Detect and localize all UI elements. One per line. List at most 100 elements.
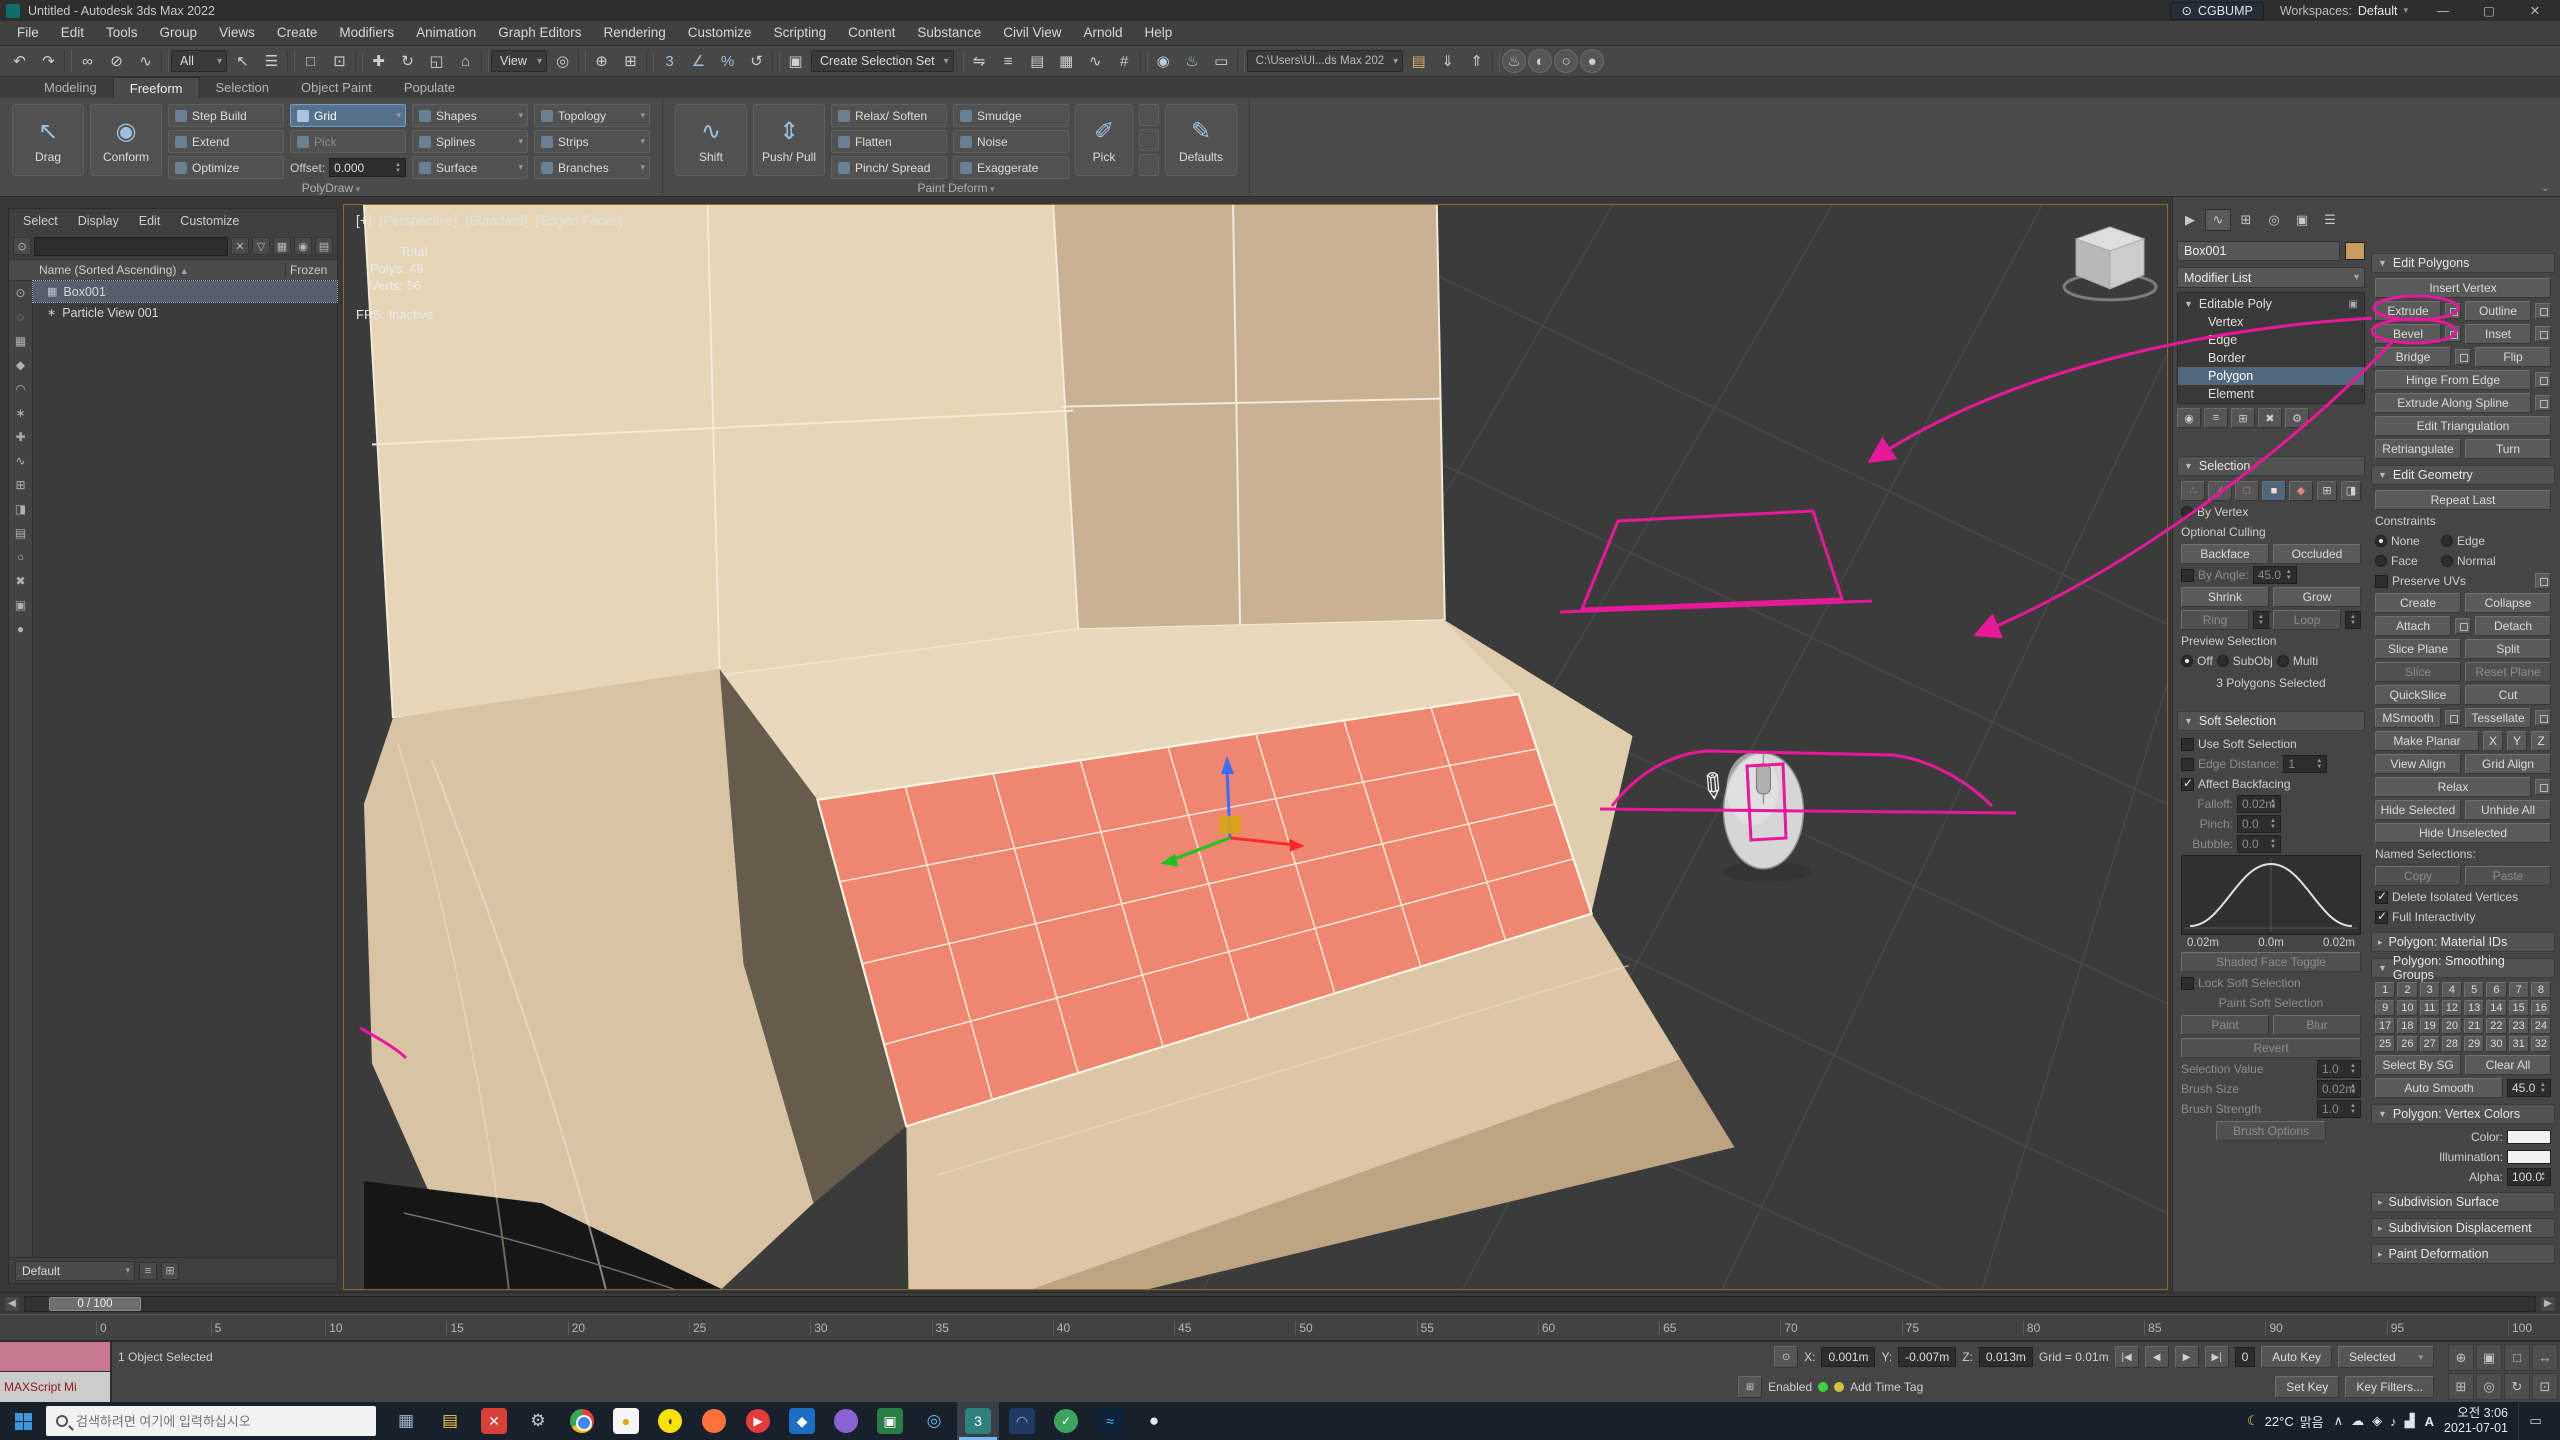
- bridge-button[interactable]: Bridge: [2375, 347, 2451, 367]
- vertex-subobject-icon[interactable]: ∴: [2181, 481, 2205, 501]
- taskbar-app-icon[interactable]: ▶: [746, 1409, 770, 1433]
- taskbar-app-icon[interactable]: ●: [613, 1408, 639, 1434]
- display-particles-icon[interactable]: ✖: [11, 571, 31, 591]
- edit-named-selection-sets-icon[interactable]: ▣: [782, 48, 809, 74]
- spinner-snap-icon[interactable]: ↺: [743, 48, 770, 74]
- taskbar-app-icon[interactable]: ▤: [428, 1402, 472, 1440]
- flip-button[interactable]: Flip: [2475, 347, 2551, 367]
- smoothing-groups-rollout-header[interactable]: ▼Polygon: Smoothing Groups: [2371, 958, 2555, 978]
- display-result-icon[interactable]: ▣: [2349, 299, 2358, 310]
- quickslice-button[interactable]: QuickSlice: [2375, 685, 2461, 705]
- revert-button[interactable]: Revert: [2181, 1038, 2361, 1058]
- separator[interactable]: [646, 50, 654, 72]
- smoothing-group-button[interactable]: 12: [2442, 1000, 2462, 1016]
- schematic-view-icon[interactable]: #: [1111, 48, 1138, 74]
- brush-options-button[interactable]: Brush Options: [2216, 1121, 2326, 1141]
- scene-explorer-menu-item[interactable]: Select: [13, 214, 68, 228]
- display-spacewarps-icon[interactable]: ∿: [11, 451, 31, 471]
- smudge-button[interactable]: Smudge: [953, 104, 1069, 127]
- extrude-spline-settings-icon[interactable]: [2535, 395, 2551, 411]
- select-and-move-icon[interactable]: ✚: [365, 48, 392, 74]
- slice-button[interactable]: Slice: [2375, 662, 2461, 682]
- render-iterative-icon[interactable]: ◐: [1528, 49, 1552, 73]
- taskbar-search[interactable]: [46, 1406, 376, 1436]
- smoothing-group-button[interactable]: 17: [2375, 1018, 2395, 1034]
- utilities-tab-icon[interactable]: ☰: [2317, 209, 2343, 231]
- taskbar-app-icon[interactable]: 3: [965, 1408, 991, 1434]
- hide-selected-button[interactable]: Hide Selected: [2375, 800, 2461, 820]
- push-pull-button[interactable]: ⇕Push/ Pull: [753, 104, 825, 176]
- extrude-button[interactable]: Extrude: [2375, 301, 2441, 321]
- menu-item[interactable]: Graph Editors: [487, 21, 592, 45]
- ribbon-tab[interactable]: Selection: [200, 77, 285, 98]
- drag-button[interactable]: ↖Drag: [12, 104, 84, 176]
- by-angle-checkbox[interactable]: [2181, 569, 2194, 582]
- sort-filter-icon[interactable]: ⊙: [11, 283, 31, 303]
- ribbon-toggle-icon[interactable]: ▦: [1053, 48, 1080, 74]
- bevel-settings-icon[interactable]: [2445, 326, 2461, 342]
- use-soft-selection-checkbox[interactable]: [2181, 738, 2194, 751]
- auto-smooth-button[interactable]: Auto Smooth: [2375, 1078, 2503, 1098]
- volume-icon[interactable]: ♪: [2390, 1414, 2397, 1429]
- frozen-column-header[interactable]: Frozen: [285, 263, 337, 277]
- loop-spinner[interactable]: ▲▼: [2345, 611, 2361, 629]
- unlink-selection-icon[interactable]: ⊘: [103, 48, 130, 74]
- go-to-start-icon[interactable]: |◀: [2115, 1346, 2139, 1368]
- separator[interactable]: [772, 50, 780, 72]
- network-icon[interactable]: ▟: [2405, 1413, 2415, 1429]
- taskbar-app-icon[interactable]: ◎: [912, 1402, 956, 1440]
- make-unique-icon[interactable]: ⊞: [2231, 408, 2255, 428]
- start-button[interactable]: [0, 1402, 46, 1440]
- viewport-shading-menu[interactable]: [Standard]: [465, 213, 527, 228]
- security-icon[interactable]: ◈: [2372, 1413, 2382, 1429]
- stack-editable-poly[interactable]: ▼Editable Poly ▣: [2178, 295, 2364, 313]
- smoothing-group-button[interactable]: 31: [2509, 1036, 2529, 1052]
- view-align-button[interactable]: View Align: [2375, 754, 2461, 774]
- menu-item[interactable]: Tools: [95, 21, 149, 45]
- insert-vertex-button[interactable]: Insert Vertex: [2375, 278, 2551, 298]
- clear-search-icon[interactable]: ✕: [231, 237, 249, 255]
- smoothing-group-button[interactable]: 21: [2464, 1018, 2484, 1034]
- undo-icon[interactable]: ↶: [6, 48, 33, 74]
- workspaces-dropdown[interactable]: Workspaces: Default ▾: [2272, 4, 2416, 18]
- cut-button[interactable]: Cut: [2465, 685, 2551, 705]
- selection-paste-icon[interactable]: ⊞: [2317, 481, 2337, 501]
- reset-plane-button[interactable]: Reset Plane: [2465, 662, 2551, 682]
- branches-button[interactable]: Branches: [534, 156, 650, 179]
- viewport-pov-menu[interactable]: [Perspective]: [379, 213, 457, 228]
- extrude-along-spline-button[interactable]: Extrude Along Spline: [2375, 393, 2531, 413]
- display-shapes-icon[interactable]: ◆: [11, 355, 31, 375]
- zoom-extents-icon[interactable]: ▣: [2476, 1344, 2502, 1371]
- object-color-swatch[interactable]: [2345, 242, 2365, 260]
- smoothing-group-button[interactable]: 32: [2531, 1036, 2551, 1052]
- hide-unselected-button[interactable]: Hide Unselected: [2375, 823, 2551, 843]
- relax-settings-icon[interactable]: [2535, 779, 2551, 795]
- relax-soften-button[interactable]: Relax/ Soften: [831, 104, 947, 127]
- perspective-viewport[interactable]: [+] [Perspective] [Standard] [Edged Face…: [343, 204, 2168, 1290]
- pan-icon[interactable]: ↔: [2532, 1344, 2558, 1371]
- stack-subobject-row[interactable]: Polygon: [2178, 367, 2364, 385]
- viewport-edged-faces-menu[interactable]: [Edged Faces]: [536, 213, 623, 228]
- menu-item[interactable]: Rendering: [593, 21, 677, 45]
- smoothing-group-button[interactable]: 19: [2420, 1018, 2440, 1034]
- viewport-general-menu[interactable]: [+]: [356, 213, 371, 228]
- menu-item[interactable]: Content: [837, 21, 906, 45]
- shaded-face-toggle-button[interactable]: Shaded Face Toggle: [2181, 952, 2361, 972]
- outline-settings-icon[interactable]: [2535, 303, 2551, 319]
- separator[interactable]: [578, 50, 586, 72]
- percent-snap-icon[interactable]: %: [714, 48, 741, 74]
- noise-button[interactable]: Noise: [953, 130, 1069, 153]
- scene-explorer-row[interactable]: ∗ Particle View 001: [33, 302, 337, 323]
- time-slider-track[interactable]: 0 / 100: [24, 1296, 2536, 1312]
- macro-recorder-line[interactable]: [0, 1342, 110, 1372]
- modifier-list-dropdown[interactable]: Modifier List: [2177, 267, 2365, 288]
- display-lights-icon[interactable]: ◠: [11, 379, 31, 399]
- select-by-sg-button[interactable]: Select By SG: [2375, 1055, 2461, 1075]
- lock-soft-selection-checkbox[interactable]: [2181, 977, 2194, 990]
- constraint-none-radio[interactable]: [2375, 535, 2387, 547]
- full-interactivity-checkbox[interactable]: [2375, 911, 2388, 924]
- menu-item[interactable]: File: [6, 21, 50, 45]
- flatten-button[interactable]: Flatten: [831, 130, 947, 153]
- clear-all-button[interactable]: Clear All: [2465, 1055, 2551, 1075]
- smoothing-group-button[interactable]: 2: [2397, 982, 2417, 998]
